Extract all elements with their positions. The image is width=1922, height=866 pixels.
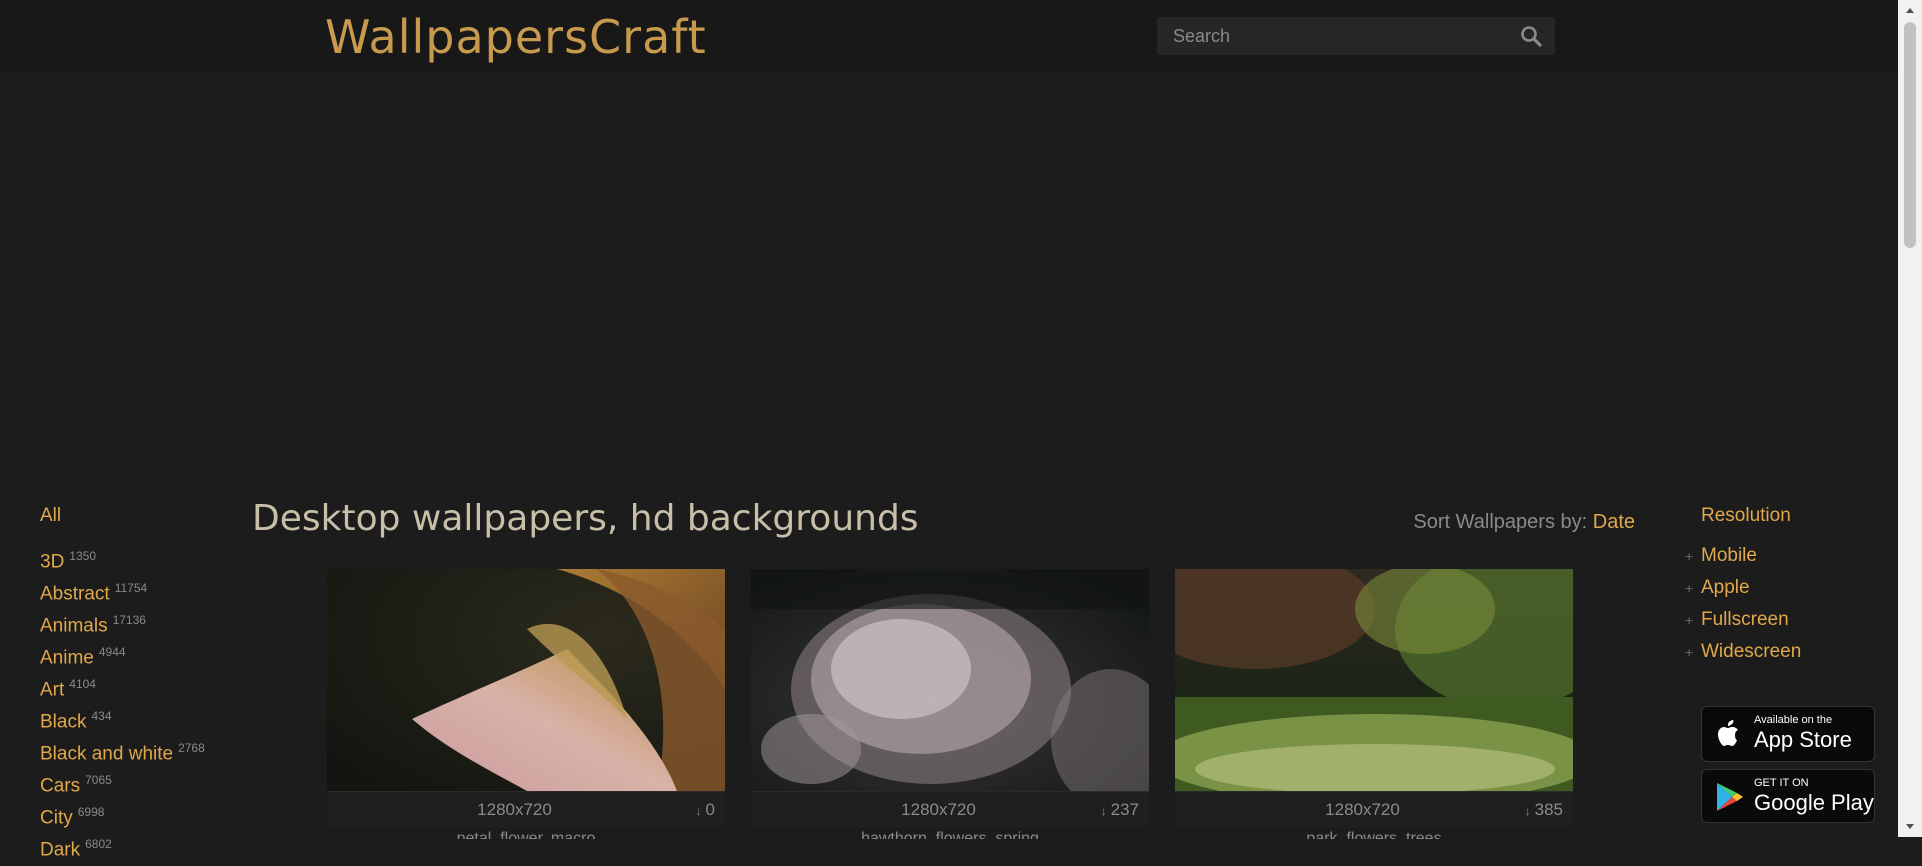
wallpaper-card[interactable]: 1280x720 ↓ 0 petal, flower, macro [327,569,725,839]
ad-banner-area [0,72,1898,472]
scroll-up-arrow-icon[interactable] [1898,0,1922,20]
wallpaper-meta: 1280x720 ↓ 0 [327,791,725,828]
wallpaper-downloads: ↓ 0 [696,800,715,820]
resolution-label: Apple [1701,577,1750,598]
category-label: Animals [40,615,108,637]
download-icon: ↓ [695,804,702,818]
category-label: Anime [40,647,94,669]
category-item[interactable]: Anime 4944 [40,636,240,668]
wallpaper-resolution[interactable]: 1280x720 [1175,800,1550,820]
category-label: Black and white [40,743,174,765]
resolution-item-widescreen[interactable]: + Widescreen [1685,636,1891,668]
wallpaper-thumbnail[interactable] [327,569,725,791]
category-count: 11754 [114,581,148,595]
category-item[interactable]: Dark 6802 [40,828,240,860]
scrollbar-thumb[interactable] [1904,22,1916,248]
category-item[interactable]: Art 4104 [40,668,240,700]
category-count: 17136 [112,613,146,627]
sort-control: Sort Wallpapers by: Date [1413,511,1635,534]
page-scrollbar[interactable] [1898,0,1922,837]
download-count: 385 [1534,800,1563,819]
category-sidebar: All 3D 1350 Abstract 11754 Animals 17136 An… [40,500,240,860]
category-count: 4104 [69,677,96,691]
resolution-item-mobile[interactable]: + Mobile [1685,540,1891,572]
category-item[interactable]: Abstract 11754 [40,572,240,604]
resolution-sidebar: Resolution + Mobile + Apple + Fullscreen + W… [1685,500,1891,668]
wallpaper-card[interactable]: 1280x720 ↓ 385 park, flowers, trees [1175,569,1573,839]
wallpaper-meta: 1280x720 ↓ 237 [751,791,1149,828]
category-item[interactable]: 3D 1350 [40,540,240,572]
category-label: Abstract [40,583,110,605]
category-label: Black [40,711,87,733]
plus-icon: + [1685,644,1694,660]
top-header: WallpapersCraft [0,0,1898,72]
resolution-item-fullscreen[interactable]: + Fullscreen [1685,604,1891,636]
resolution-label: Fullscreen [1701,609,1789,630]
wallpaper-resolution[interactable]: 1280x720 [327,800,702,820]
search-icon[interactable] [1519,24,1545,48]
sort-option-date[interactable]: Date [1593,511,1635,533]
category-count: 4944 [98,645,126,659]
category-item[interactable]: Black 434 [40,700,240,732]
google-play-icon [1712,780,1746,814]
wallpaper-thumbnail[interactable] [1175,569,1573,791]
google-play-small-text: GET IT ON [1754,777,1809,789]
plus-icon: + [1685,548,1694,564]
category-label: Cars [40,775,81,797]
google-play-badge[interactable]: GET IT ON Google Play [1701,769,1875,823]
resolution-heading[interactable]: Resolution [1701,500,1891,532]
app-store-small-text: Available on the [1754,714,1833,726]
app-store-badge[interactable]: Available on the App Store [1701,706,1875,762]
search-input[interactable] [1157,17,1497,55]
category-count: 434 [91,709,112,723]
download-count: 0 [705,800,715,819]
category-label: Art [40,679,65,701]
category-count: 6802 [85,837,112,851]
resolution-item-apple[interactable]: + Apple [1685,572,1891,604]
wallpaper-card[interactable]: 1280x720 ↓ 237 hawthorn, flowers, spring [751,569,1149,839]
category-count: 2768 [178,741,205,755]
wallpaper-meta: 1280x720 ↓ 385 [1175,791,1573,828]
category-count: 1350 [69,549,96,563]
wallpaper-downloads: ↓ 385 [1525,800,1563,820]
wallpaper-resolution[interactable]: 1280x720 [751,800,1126,820]
wallpaper-grid: 1280x720 ↓ 0 petal, flower, macro 1280x7… [327,569,1574,839]
scroll-down-arrow-icon[interactable] [1898,817,1922,837]
site-logo[interactable]: WallpapersCraft [325,10,707,64]
sort-label: Sort Wallpapers by: [1413,511,1588,533]
apple-icon [1712,717,1746,751]
download-icon: ↓ [1100,804,1107,818]
wallpaper-downloads: ↓ 237 [1101,800,1139,820]
plus-icon: + [1685,612,1694,628]
wallpaper-thumbnail[interactable] [751,569,1149,791]
category-label: Dark [40,839,81,861]
resolution-label: Mobile [1701,545,1757,566]
category-item[interactable]: Cars 7065 [40,764,240,796]
category-item[interactable]: City 6998 [40,796,240,828]
download-count: 237 [1110,800,1139,819]
page-title: Desktop wallpapers, hd backgrounds [252,498,919,539]
category-label: 3D [40,551,65,573]
category-item[interactable]: Black and white 2768 [40,732,240,764]
category-count: 7065 [85,773,112,787]
category-count: 6998 [77,805,105,819]
search-box [1157,17,1555,55]
download-icon: ↓ [1524,804,1531,818]
plus-icon: + [1685,580,1694,596]
google-play-text: Google Play [1754,790,1874,815]
category-label: City [40,807,73,829]
resolution-label: Widescreen [1701,641,1802,662]
category-item[interactable]: Animals 17136 [40,604,240,636]
app-store-text: App Store [1754,727,1852,752]
category-all[interactable]: All [40,500,240,532]
